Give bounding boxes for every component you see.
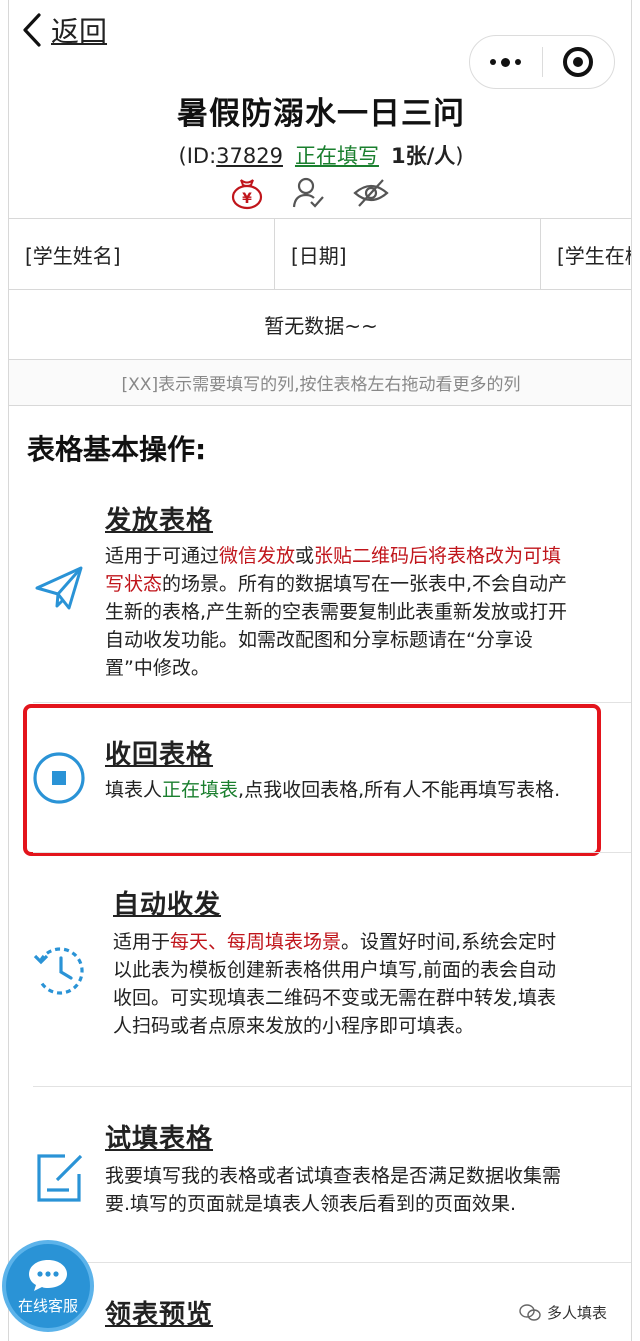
empty-state: 暂无数据~~: [9, 290, 631, 360]
op-title: 发放表格: [105, 506, 214, 536]
app-frame: 返回 暑假防溺水一日三问 (ID:37829 正在填写 1张/人) ¥ [学生姓…: [8, 0, 632, 1341]
edit-form-icon: [37, 1154, 83, 1202]
divider: [33, 1262, 631, 1263]
paper-plane-icon: [35, 566, 83, 610]
money-bag-icon[interactable]: ¥: [229, 176, 265, 210]
customer-service-label: 在线客服: [17, 1296, 78, 1315]
more-button[interactable]: [470, 35, 542, 89]
form-meta: (ID:37829 正在填写 1张/人): [9, 140, 631, 170]
table-header: [学生姓名] [日期] [学生在校: [9, 218, 631, 290]
wechat-icon: [519, 1303, 541, 1321]
chevron-left-icon: [23, 13, 41, 47]
more-dots-icon: [490, 57, 522, 67]
form-id[interactable]: 37829: [216, 144, 283, 168]
column-header: [日期]: [275, 219, 541, 289]
highlight-box: [23, 704, 601, 856]
quota-text: 1张/人: [390, 144, 456, 168]
svg-text:¥: ¥: [242, 191, 252, 207]
column-header: [学生姓名]: [9, 219, 275, 289]
target-icon: [563, 47, 594, 77]
desc-text: 或: [295, 545, 315, 567]
status-link[interactable]: 正在填写: [295, 144, 379, 168]
form-icon-row: ¥: [229, 176, 389, 210]
user-check-icon[interactable]: [291, 176, 327, 210]
chat-bubble-icon: [29, 1259, 67, 1291]
form-title: 暑假防溺水一日三问: [177, 96, 465, 132]
clock-cycle-icon: [33, 947, 84, 995]
op-desc: 适用于每天、每周填表场景。设置好时间,系统会定时以此表为模板创建新表格供用户填写…: [113, 928, 573, 1040]
divider: [33, 702, 631, 703]
op-title: 自动收发: [113, 890, 222, 920]
desc-emphasis: 每天、每周填表场景: [170, 931, 342, 953]
op-title: 试填表格: [105, 1124, 214, 1154]
miniprogram-capsule: [469, 35, 615, 89]
desc-text: 我要填写我的表格或者试填查表格是否满足数据收集需要.填写的页面就是填表人领表后看…: [105, 1165, 562, 1215]
desc-emphasis: 微信发放: [219, 545, 296, 567]
back-button[interactable]: 返回: [21, 10, 107, 50]
divider: [33, 852, 631, 853]
customer-service-button[interactable]: 在线客服: [2, 1240, 94, 1332]
operations-title: 表格基本操作:: [27, 433, 207, 466]
data-table[interactable]: [学生姓名] [日期] [学生在校 暂无数据~~ [XX]表示需要填写的列,按住…: [9, 218, 631, 406]
op-title: 领表预览: [105, 1300, 214, 1330]
eye-off-icon[interactable]: [353, 176, 389, 210]
back-label: 返回: [51, 15, 108, 48]
id-prefix: (ID:: [178, 144, 217, 168]
op-desc: 我要填写我的表格或者试填查表格是否满足数据收集需要.填写的页面就是填表人领表后看…: [105, 1162, 575, 1218]
desc-text: 适用于可通过: [105, 545, 220, 567]
close-paren: ): [455, 144, 464, 168]
column-header: [学生在校: [541, 219, 631, 289]
watermark: 多人填表: [519, 1302, 607, 1323]
watermark-label: 多人填表: [546, 1304, 607, 1322]
desc-text: 适用于: [113, 931, 171, 953]
divider: [33, 1086, 631, 1087]
desc-text: 的场景。所有的数据填写在一张表中,不会自动产生新的表格,产生新的空表需要复制此表…: [105, 573, 568, 679]
close-miniprogram-button[interactable]: [543, 35, 615, 89]
table-hint: [XX]表示需要填写的列,按住表格左右拖动看更多的列: [9, 360, 631, 406]
op-desc: 适用于可通过微信发放或张贴二维码后将表格改为可填写状态的场景。所有的数据填写在一…: [105, 542, 575, 682]
